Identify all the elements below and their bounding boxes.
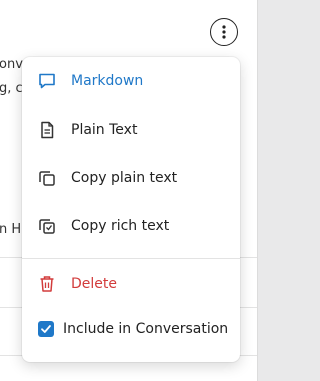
menu-item-plain-text[interactable]: Plain Text bbox=[22, 108, 240, 152]
menu-item-label: Plain Text bbox=[71, 122, 138, 138]
menu-item-copy-rich-text[interactable]: Copy rich text bbox=[22, 204, 240, 248]
menu-item-delete[interactable]: Delete bbox=[22, 262, 240, 306]
include-checkbox-label: Include in Conversation bbox=[63, 321, 229, 337]
background-text-line: n H bbox=[0, 222, 22, 237]
menu-item-copy-plain-text[interactable]: Copy plain text bbox=[22, 156, 240, 200]
background-text-line: g, c bbox=[0, 81, 23, 96]
copy-icon bbox=[36, 167, 58, 189]
chat-bubble-icon bbox=[36, 70, 58, 92]
include-in-conversation-toggle[interactable]: Include in Conversation bbox=[22, 311, 240, 347]
more-options-button[interactable] bbox=[210, 18, 238, 46]
menu-item-label: Copy rich text bbox=[71, 218, 170, 234]
background-text-line: onv bbox=[0, 57, 23, 72]
menu-item-label: Delete bbox=[71, 276, 117, 292]
context-menu: Markdown Plain Text Copy plain text Copy… bbox=[22, 57, 240, 362]
more-vertical-icon bbox=[222, 25, 226, 39]
menu-item-label: Markdown bbox=[71, 73, 144, 89]
include-checkbox[interactable] bbox=[38, 321, 54, 337]
menu-item-markdown[interactable]: Markdown bbox=[22, 59, 240, 103]
checkmark-icon bbox=[41, 325, 51, 333]
copy-rich-icon bbox=[36, 215, 58, 237]
menu-separator bbox=[22, 258, 240, 259]
menu-item-label: Copy plain text bbox=[71, 170, 178, 186]
document-icon bbox=[36, 119, 58, 141]
trash-icon bbox=[36, 273, 58, 295]
